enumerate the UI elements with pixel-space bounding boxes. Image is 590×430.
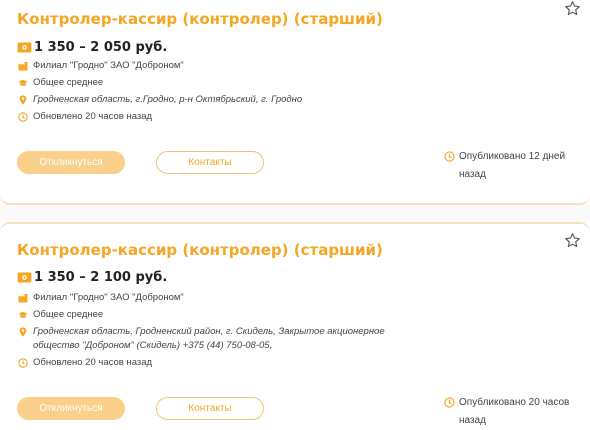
vacancy-title[interactable]: Контролер-кассир (контролер) (старший) xyxy=(17,241,383,259)
updated: Обновлено 20 часов назад xyxy=(18,356,152,370)
employer-text: Филиал "Гродно" ЗАО "Доброном" xyxy=(33,60,184,71)
location: Гродненская область, г.Гродно, р-н Октяб… xyxy=(18,93,302,107)
education-text: Общее среднее xyxy=(33,77,104,88)
clock-icon xyxy=(18,358,28,368)
star-icon[interactable] xyxy=(564,0,581,17)
clock-icon xyxy=(444,397,455,408)
published-text: Опубликовано 20 часов назад xyxy=(459,397,570,426)
employer: Филиал "Гродно" ЗАО "Доброном" xyxy=(18,291,184,305)
location-text: Гродненская область, г.Гродно, р-н Октяб… xyxy=(33,94,303,105)
building-icon xyxy=(18,294,28,303)
employer: Филиал "Гродно" ЗАО "Доброном" xyxy=(18,59,184,73)
clock-icon xyxy=(444,151,455,162)
location-pin-icon xyxy=(19,327,27,337)
apply-button[interactable]: Откликнуться xyxy=(17,151,125,174)
location: Гродненская область, Гродненский район, … xyxy=(18,325,428,353)
education: Общее среднее xyxy=(18,308,103,322)
published: Опубликовано 12 дней назад xyxy=(444,148,579,184)
money-icon xyxy=(17,272,32,283)
salary: 1 350 – 2 050 руб. xyxy=(17,40,167,55)
updated-text: Обновлено 20 часов назад xyxy=(33,357,153,368)
vacancy-title[interactable]: Контролер-кассир (контролер) (старший) xyxy=(17,10,383,28)
updated-text: Обновлено 20 часов назад xyxy=(33,111,153,122)
employer-text: Филиал "Гродно" ЗАО "Доброном" xyxy=(33,292,184,303)
building-icon xyxy=(18,62,28,71)
star-icon[interactable] xyxy=(564,232,581,249)
salary-text: 1 350 – 2 100 руб. xyxy=(34,270,168,285)
vacancy-card[interactable]: Контролер-кассир (контролер) (старший) 1… xyxy=(0,0,590,205)
published-text: Опубликовано 12 дней назад xyxy=(459,151,566,180)
salary-text: 1 350 – 2 050 руб. xyxy=(34,40,168,55)
clock-icon xyxy=(18,112,28,122)
apply-button[interactable]: Откликнуться xyxy=(17,397,125,420)
money-icon xyxy=(17,42,32,53)
location-text: Гродненская область, Гродненский район, … xyxy=(33,326,385,351)
updated: Обновлено 20 часов назад xyxy=(18,110,152,124)
education: Общее среднее xyxy=(18,76,103,90)
contacts-button[interactable]: Контакты xyxy=(156,151,264,174)
published: Опубликовано 20 часов назад xyxy=(444,394,579,430)
contacts-button[interactable]: Контакты xyxy=(156,397,264,420)
location-pin-icon xyxy=(19,95,27,105)
vacancy-card[interactable]: Контролер-кассир (контролер) (старший) 1… xyxy=(0,222,590,428)
card-separator xyxy=(0,205,590,222)
education-text: Общее среднее xyxy=(33,309,104,320)
graduation-cap-icon xyxy=(18,311,28,318)
graduation-cap-icon xyxy=(18,79,28,86)
salary: 1 350 – 2 100 руб. xyxy=(17,270,167,285)
